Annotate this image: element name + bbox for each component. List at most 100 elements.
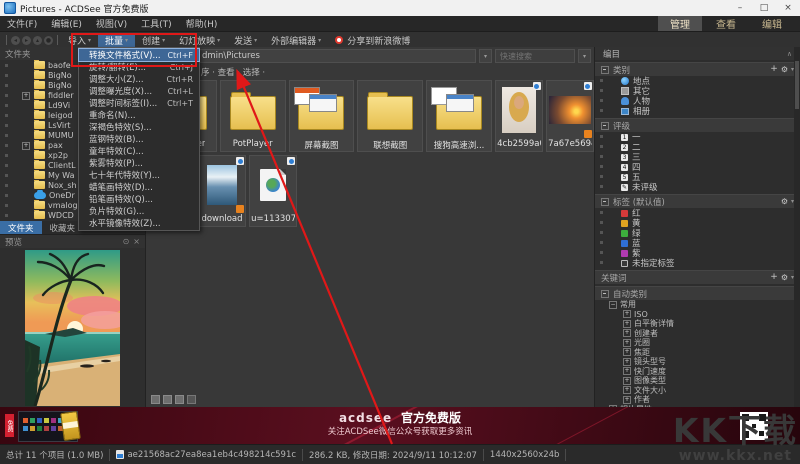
rating-unrated[interactable]: ✎ 未评级 [595, 182, 800, 193]
tab-manage[interactable]: 管理 [658, 16, 702, 31]
expand-box-icon[interactable]: + [623, 357, 631, 366]
expand-box-icon[interactable]: + [623, 348, 631, 357]
auto-cat-item[interactable]: + 白平衡详情 [595, 319, 800, 329]
file-tile-sogou[interactable]: 搜狗高速浏... [426, 80, 492, 152]
file-tile-lenovo-screenshots[interactable]: 联想截图 [357, 80, 424, 152]
menu-item-childhood[interactable]: 童年特效(C)... [79, 145, 199, 157]
menu-item-sepia[interactable]: 深褐色特效(S)... [79, 121, 199, 133]
expand-icon[interactable]: + [22, 142, 30, 150]
label-red[interactable]: 红 [595, 208, 800, 219]
menu-item-mirror[interactable]: 水平镜像特效(Z)... [79, 217, 199, 229]
maximize-button[interactable]: □ [752, 0, 776, 16]
collapse-box-icon[interactable]: − [609, 300, 617, 309]
expand-box-icon[interactable]: + [623, 386, 631, 395]
up-icon[interactable]: ▴ [33, 35, 42, 45]
menu-item-purple-haze[interactable]: 紫雾特效(P)... [79, 157, 199, 169]
rating-4[interactable]: 4四 [595, 162, 800, 173]
category-other[interactable]: 其它 [595, 86, 800, 97]
menu-item-seventies[interactable]: 七十年代特效(Y)... [79, 169, 199, 181]
label-green[interactable]: 绿 [595, 228, 800, 239]
menu-item-pencil[interactable]: 铅笔画特效(Q)... [79, 193, 199, 205]
menu-tools[interactable]: 工具(T) [134, 16, 179, 31]
expand-box-icon[interactable]: + [623, 310, 631, 319]
tab-edit[interactable]: 编辑 [750, 16, 794, 31]
tab-view[interactable]: 查看 [704, 16, 748, 31]
search-input[interactable] [495, 49, 575, 63]
file-tile-photo[interactable]: 7a67e5694... [545, 80, 594, 152]
menu-item-timestamp[interactable]: 调整时间标签(I)... Ctrl+T [79, 97, 199, 110]
collapse-box-icon[interactable] [601, 65, 609, 74]
expand-box-icon[interactable]: + [623, 367, 631, 376]
file-tile-potplayer[interactable]: PotPlayer [219, 80, 286, 152]
refresh-icon[interactable]: ● [44, 35, 53, 45]
view-mode-icon[interactable] [151, 395, 160, 404]
catalog-scrollbar[interactable] [794, 47, 800, 407]
menu-help[interactable]: 帮助(H) [179, 16, 225, 31]
category-album[interactable]: 相册 [595, 106, 800, 117]
section-auto-categories[interactable]: 自动类别 [595, 286, 800, 300]
label-yellow[interactable]: 黄 [595, 218, 800, 229]
sort-bar[interactable]: 序 · 查看 · 选择 · [146, 65, 594, 78]
gear-icon[interactable]: ⚙ [781, 197, 788, 206]
rating-5[interactable]: 5五 [595, 172, 800, 183]
file-tile-photo[interactable]: 4cb2599a0... [494, 80, 543, 152]
category-place[interactable]: 地点 [595, 76, 800, 87]
back-icon[interactable]: ◂ [11, 35, 20, 45]
auto-cat-item[interactable]: + 文件大小 [595, 386, 800, 396]
label-none[interactable]: 未指定标签 [595, 258, 800, 269]
forward-icon[interactable]: ▸ [22, 35, 31, 45]
gear-icon[interactable]: ⚙ [781, 65, 788, 74]
path-dropdown-icon[interactable]: ▾ [479, 49, 492, 63]
share-weibo-button[interactable]: 分享到新浪微博 [328, 33, 417, 47]
collapse-box-icon[interactable] [601, 197, 609, 206]
send-button[interactable]: 发送 ▾ [227, 33, 264, 47]
expand-icon[interactable]: + [22, 92, 30, 100]
rating-3[interactable]: 3三 [595, 152, 800, 163]
rating-1[interactable]: 1一 [595, 132, 800, 143]
view-mode-icon[interactable] [163, 395, 172, 404]
section-rating[interactable]: 评级 [595, 118, 800, 132]
label-purple[interactable]: 紫 [595, 248, 800, 259]
view-mode-icon[interactable] [175, 395, 184, 404]
expand-box-icon[interactable]: + [623, 319, 631, 328]
expand-box-icon[interactable]: + [623, 338, 631, 347]
expand-box-icon[interactable]: + [623, 376, 631, 385]
category-people[interactable]: 人物 [595, 96, 800, 107]
auto-cat-item[interactable]: + 镜头型号 [595, 357, 800, 367]
view-mode-icon[interactable] [187, 395, 196, 404]
auto-cat-item[interactable]: + 光圈 [595, 338, 800, 348]
collapse-box-icon[interactable] [601, 289, 609, 298]
menu-item-crayon[interactable]: 蜡笔画特效(D)... [79, 181, 199, 193]
file-tile-web-image[interactable]: u=1133077... [249, 155, 297, 227]
section-labels[interactable]: 标签 (默认值) ⚙ ▾ [595, 194, 800, 208]
minimize-button[interactable]: – [728, 0, 752, 16]
section-categories[interactable]: 类别 + ⚙ ▾ [595, 62, 800, 76]
add-icon[interactable]: + [770, 273, 778, 282]
auto-cat-common[interactable]: − 常用 [595, 300, 800, 310]
auto-cat-item[interactable]: + 焦距 [595, 348, 800, 358]
menu-item-blue-steel[interactable]: 蓝钢特效(B)... [79, 133, 199, 145]
gear-icon[interactable]: ⚙ [781, 273, 788, 282]
menu-file[interactable]: 文件(F) [0, 16, 44, 31]
menu-edit[interactable]: 编辑(E) [44, 16, 89, 31]
search-dropdown-icon[interactable]: ▾ [578, 49, 591, 63]
menu-item-negative[interactable]: 负片特效(G)... [79, 205, 199, 217]
auto-cat-item[interactable]: + 创建者 [595, 329, 800, 339]
auto-cat-item[interactable]: + ISO [595, 310, 800, 320]
close-icon[interactable]: × [133, 237, 140, 246]
expand-box-icon[interactable]: + [623, 395, 631, 404]
file-tile-screenshots[interactable]: 屏幕截图 [288, 80, 355, 152]
tab-folders[interactable]: 文件夹 [0, 221, 42, 234]
expand-box-icon[interactable]: + [623, 329, 631, 338]
pin-icon[interactable]: ⊙ [123, 237, 130, 246]
menu-item-resize[interactable]: 调整大小(Z)... Ctrl+R [79, 73, 199, 86]
external-editor-button[interactable]: 外部编辑器 ▾ [264, 33, 328, 47]
add-icon[interactable]: + [770, 65, 778, 74]
collapse-icon[interactable]: ∧ [787, 50, 792, 58]
rating-2[interactable]: 2二 [595, 142, 800, 153]
tab-favorites[interactable]: 收藏夹 [42, 221, 84, 234]
label-blue[interactable]: 蓝 [595, 238, 800, 249]
menu-item-rename[interactable]: 重命名(N)... [79, 109, 199, 121]
close-button[interactable]: × [776, 0, 800, 16]
collapse-box-icon[interactable] [601, 121, 609, 130]
